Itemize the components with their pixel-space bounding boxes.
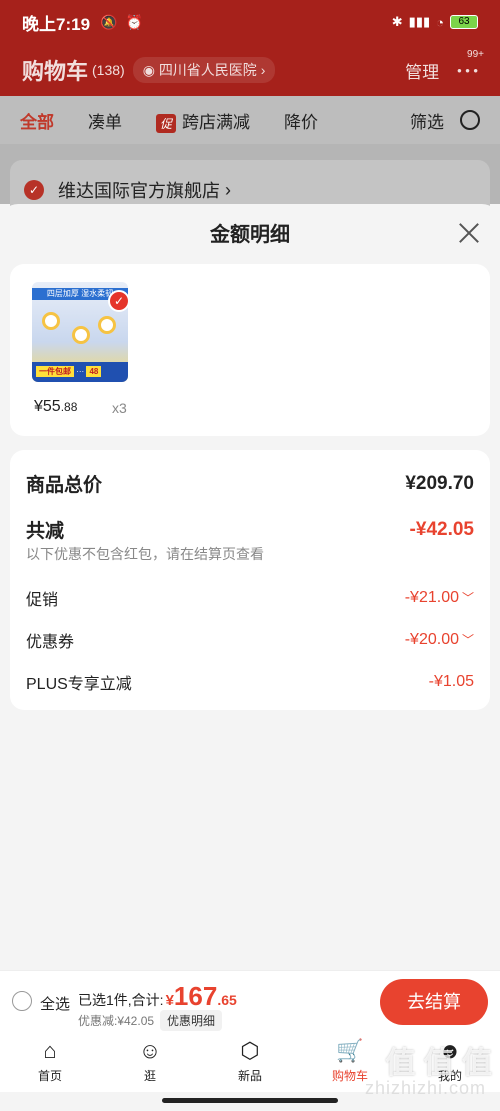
tab-cross-store[interactable]: 促跨店满减 [156, 108, 250, 133]
product-card: 四层加厚 湿水柔韧 一件包邮 ··· 48 ✓ ¥55.88 x3 [10, 264, 490, 436]
tab-bundle[interactable]: 凑单 [88, 108, 122, 133]
total-dec: .65 [217, 992, 237, 1008]
goods-total-label: 商品总价 [26, 475, 103, 496]
summary-card: 商品总价 ¥209.70 共减 -¥42.05 以下优惠不包含红包，请在结算页查… [10, 450, 490, 710]
watermark: 值 值 值 [385, 1047, 492, 1080]
cart-icon: 🛒 [336, 1038, 364, 1063]
box-icon: ⬡ [240, 1038, 260, 1063]
plus-value: -¥1.05 [428, 673, 474, 690]
promo-price: 48 [86, 366, 102, 377]
chevron-right-icon: › [220, 179, 231, 200]
nav-new[interactable]: ⬡ 新品 [200, 1032, 300, 1092]
home-icon: ⌂ [43, 1038, 57, 1063]
checkout-bar: 全选 已选1件,合计: ¥167.65 优惠减:¥42.05 优惠明细 去结算 [0, 970, 500, 1032]
manage-button[interactable]: 管理 [405, 58, 439, 83]
price-main: ¥55 [34, 398, 61, 415]
flower-decoration [98, 316, 116, 334]
nav-home-label: 首页 [37, 1069, 62, 1083]
saved-line: 优惠减:¥42.05 优惠明细 [78, 1010, 223, 1031]
plus-row: PLUS专享立减 -¥1.05 [26, 670, 474, 694]
eye-icon: ◉ [142, 62, 159, 78]
discount-note: 以下优惠不包含红包，请在结算页查看 [26, 546, 264, 562]
goods-total-value: ¥209.70 [405, 472, 474, 494]
flower-decoration [72, 326, 90, 344]
status-time: 晚上7:19 [22, 14, 91, 34]
amount-detail-sheet: 金额明细 四层加厚 湿水柔韧 一件包邮 ··· 48 ✓ ¥55.88 x3 商… [0, 204, 500, 970]
total-price: ¥167.65 [166, 981, 237, 1012]
coupon-row[interactable]: 优惠券 -¥20.00 ﹀ [26, 628, 474, 652]
total-int: 167 [173, 981, 218, 1011]
tab-price-drop[interactable]: 降价 [284, 108, 318, 133]
select-all-label[interactable]: 全选 [40, 993, 70, 1014]
sheet-title: 金额明细 [210, 224, 290, 246]
promo-text: 一件包邮 [36, 366, 74, 377]
promo-label: 促销 [26, 592, 59, 609]
filter-button[interactable]: 筛选 [410, 108, 444, 133]
goods-total-row: 商品总价 ¥209.70 [26, 470, 474, 497]
nav-explore[interactable]: ☺ 逛 [100, 1032, 200, 1092]
nav-home[interactable]: ⌂ 首页 [0, 1032, 100, 1092]
checkout-button[interactable]: 去结算 [380, 979, 488, 1025]
coupon-label: 优惠券 [26, 634, 75, 651]
location-text: 四川省人民医院 [158, 62, 257, 78]
store-name: 维达国际官方旗舰店 [58, 181, 220, 201]
discount-value: -¥42.05 [409, 518, 474, 540]
search-icon[interactable] [460, 110, 480, 130]
selection-summary: 已选1件,合计: ¥167.65 [78, 981, 237, 1012]
chevron-down-icon[interactable]: ﹀ [462, 591, 474, 605]
close-icon[interactable] [456, 220, 482, 246]
product-check-icon[interactable]: ✓ [108, 290, 130, 312]
signal-icon: ▮▮▮ [408, 14, 431, 29]
nav-new-label: 新品 [237, 1069, 262, 1083]
chevron-down-icon[interactable]: ﹀ [462, 633, 474, 647]
tab-all[interactable]: 全部 [20, 108, 54, 133]
battery-icon: 63 [450, 15, 478, 29]
watermark-url: zhizhizhi.com [364, 1078, 486, 1098]
discount-label: 共减 [26, 521, 65, 542]
status-bar: 晚上7:19 🔕 ⏰ ✱ ▮▮▮ ◔ 63 [0, 0, 500, 44]
home-indicator [162, 1098, 338, 1103]
promo-tag: 促 [156, 113, 177, 133]
product-image-promo: 一件包邮 ··· 48 [32, 362, 128, 382]
product-quantity: x3 [112, 400, 127, 416]
promo-value: -¥21.00 [404, 589, 459, 606]
bluetooth-icon: ✱ [391, 14, 403, 29]
cart-count: (138) [92, 62, 125, 78]
coupon-value: -¥20.00 [404, 631, 459, 648]
location-pill[interactable]: ◉ 四川省人民医院 › [132, 57, 276, 83]
flower-decoration [42, 312, 60, 330]
more-badge: 99+ [467, 48, 484, 60]
discount-detail-button[interactable]: 优惠明细 [160, 1010, 223, 1031]
store-check-icon[interactable]: ✓ [24, 180, 44, 200]
status-right: ✱ ▮▮▮ ◔ 63 [392, 14, 478, 30]
more-dots-icon[interactable]: • • • 99+ [457, 49, 484, 78]
cart-title: 购物车 [22, 59, 89, 84]
alarm-icon: ⏰ [125, 13, 143, 30]
discount-row: 共减 -¥42.05 [26, 516, 474, 543]
tab-cross-store-label: 跨店满减 [182, 112, 251, 132]
price-decimal: .88 [60, 400, 78, 414]
product-price: ¥55.88 [34, 398, 77, 416]
cart-header: 购物车 (138) ◉ 四川省人民医院 › 管理 • • • 99+ [0, 44, 500, 96]
promo-row[interactable]: 促销 -¥21.00 ﹀ [26, 586, 474, 610]
explore-icon: ☺ [138, 1038, 162, 1063]
cart-tabs: 全部 凑单 促跨店满减 降价 筛选 [0, 96, 500, 144]
plus-label: PLUS专享立减 [26, 676, 132, 693]
saved-text: 优惠减:¥42.05 [78, 1014, 155, 1028]
nav-explore-label: 逛 [143, 1069, 156, 1083]
selected-text: 已选1件,合计: [78, 992, 164, 1008]
coupon-value-wrap: -¥20.00 ﹀ [405, 631, 474, 649]
wifi-icon: ◔ [436, 14, 444, 30]
total-currency: ¥ [165, 992, 174, 1009]
promo-value-wrap: -¥21.00 ﹀ [405, 589, 474, 607]
select-all-radio[interactable] [12, 991, 32, 1011]
mute-icon: 🔕 [100, 13, 118, 30]
